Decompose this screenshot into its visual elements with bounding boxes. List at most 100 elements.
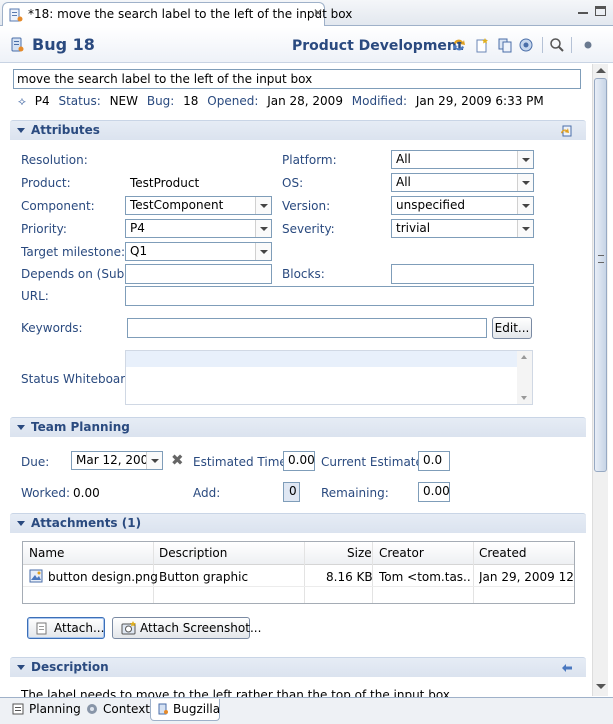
target-milestone-select[interactable]: Q1 bbox=[125, 242, 272, 261]
clone-icon[interactable] bbox=[497, 37, 513, 53]
whiteboard-scrollbar[interactable] bbox=[517, 351, 532, 404]
severity-select[interactable]: trivial bbox=[391, 219, 534, 238]
tab-planning-label: Planning bbox=[29, 702, 81, 716]
editor-header: Bug 18 Product Development bbox=[0, 27, 613, 63]
chevron-down-icon[interactable] bbox=[517, 151, 533, 168]
opened-label: Opened: bbox=[207, 94, 259, 108]
description-section-header[interactable]: Description bbox=[10, 657, 586, 677]
current-estimate-value: 0.0 bbox=[418, 451, 450, 471]
estimated-time-input[interactable]: 0.00 bbox=[283, 451, 315, 471]
planning-icon bbox=[12, 703, 24, 715]
editor-tab[interactable]: *18: move the search label to the left o… bbox=[2, 2, 352, 26]
url-input[interactable] bbox=[125, 286, 534, 306]
collapse-icon[interactable] bbox=[17, 425, 25, 430]
blocks-input[interactable] bbox=[391, 264, 534, 284]
tab-planning[interactable]: Planning bbox=[12, 699, 82, 721]
severity-selected: trivial bbox=[396, 221, 431, 235]
editor-bottom-tabs: Planning Context Bugzilla bbox=[0, 697, 613, 724]
maximize-icon[interactable] bbox=[595, 6, 606, 16]
bugzilla-icon bbox=[158, 703, 168, 715]
priority-selected: P4 bbox=[130, 221, 145, 235]
priority-select[interactable]: P4 bbox=[125, 219, 272, 238]
chevron-down-icon[interactable] bbox=[255, 243, 271, 260]
version-select[interactable]: unspecified bbox=[391, 196, 534, 215]
minimize-icon[interactable] bbox=[578, 8, 588, 14]
status-whiteboard-input[interactable] bbox=[125, 350, 533, 405]
clear-date-icon[interactable]: ✖ bbox=[171, 451, 184, 469]
column-header-size[interactable]: Size bbox=[347, 546, 372, 560]
attach-button[interactable]: Attach... bbox=[27, 617, 105, 639]
context-icon[interactable] bbox=[518, 37, 534, 53]
tab-bugzilla-label: Bugzilla bbox=[173, 702, 221, 716]
scrollbar-thumb[interactable] bbox=[594, 78, 607, 472]
product-value: TestProduct bbox=[130, 176, 200, 190]
tab-bugzilla[interactable]: Bugzilla bbox=[150, 699, 220, 721]
platform-select[interactable]: All bbox=[391, 150, 534, 169]
scroll-up-icon[interactable] bbox=[596, 68, 606, 73]
vertical-scrollbar[interactable] bbox=[592, 64, 608, 696]
menu-icon[interactable] bbox=[580, 37, 596, 53]
component-selected: TestComponent bbox=[130, 198, 224, 212]
depends-on-input[interactable] bbox=[125, 264, 272, 284]
attachments-section-header[interactable]: Attachments (1) bbox=[10, 513, 586, 533]
column-separator bbox=[304, 542, 305, 603]
depends-on-label: Depends on (Sub... bbox=[21, 267, 136, 281]
search-icon[interactable] bbox=[549, 37, 565, 53]
scroll-down-icon[interactable] bbox=[521, 396, 527, 400]
modified-label: Modified: bbox=[351, 94, 408, 108]
close-icon[interactable]: ✕ bbox=[313, 6, 323, 20]
update-attributes-icon[interactable] bbox=[560, 124, 574, 138]
synchronize-icon[interactable] bbox=[451, 37, 467, 53]
collapse-icon[interactable] bbox=[17, 128, 25, 133]
add-time-input[interactable]: 0 bbox=[283, 482, 300, 502]
column-header-created[interactable]: Created bbox=[479, 546, 527, 560]
column-header-description[interactable]: Description bbox=[159, 546, 227, 560]
attach-button-label: Attach... bbox=[54, 621, 105, 635]
status-label: Status: bbox=[58, 94, 101, 108]
summary-input[interactable]: move the search label to the left of the… bbox=[13, 69, 581, 89]
team-planning-section-header[interactable]: Team Planning bbox=[10, 417, 586, 437]
attributes-section-header[interactable]: Attributes bbox=[10, 120, 586, 140]
whiteboard-highlight bbox=[126, 351, 518, 367]
column-header-creator[interactable]: Creator bbox=[379, 546, 424, 560]
version-selected: unspecified bbox=[396, 198, 465, 212]
worked-value: 0.00 bbox=[73, 486, 100, 500]
chevron-down-icon[interactable] bbox=[146, 452, 162, 469]
chevron-down-icon[interactable] bbox=[517, 220, 533, 237]
chevron-down-icon[interactable] bbox=[517, 197, 533, 214]
column-header-name[interactable]: Name bbox=[29, 546, 64, 560]
collapse-icon[interactable] bbox=[17, 521, 25, 526]
chevron-down-icon[interactable] bbox=[517, 174, 533, 191]
scroll-down-icon[interactable] bbox=[596, 684, 606, 689]
column-separator bbox=[473, 542, 474, 603]
new-subtask-icon[interactable] bbox=[474, 37, 490, 53]
worked-label: Worked: bbox=[21, 486, 71, 500]
scroll-up-icon[interactable] bbox=[521, 355, 527, 359]
collapse-icon[interactable] bbox=[17, 665, 25, 670]
status-whiteboard-label: Status Whiteboard: bbox=[21, 372, 137, 386]
keywords-input[interactable] bbox=[127, 318, 487, 338]
url-label: URL: bbox=[21, 289, 49, 303]
os-select[interactable]: All bbox=[391, 173, 534, 192]
target-milestone-label: Target milestone: bbox=[21, 245, 126, 259]
modified-value: Jan 29, 2009 6:33 PM bbox=[415, 94, 544, 108]
attach-screenshot-button[interactable]: Attach Screenshot... bbox=[112, 617, 261, 639]
chevron-down-icon[interactable] bbox=[255, 197, 271, 214]
component-select[interactable]: TestComponent bbox=[125, 196, 272, 215]
status-priority: P4 bbox=[34, 94, 50, 108]
edit-keywords-button[interactable]: Edit... bbox=[492, 317, 532, 339]
bug-label: Bug: bbox=[146, 94, 175, 108]
chevron-down-icon[interactable] bbox=[255, 220, 271, 237]
toolbar-separator bbox=[571, 37, 572, 53]
status-value: NEW bbox=[109, 94, 139, 108]
attachment-creator: Tom <tom.tas... bbox=[379, 570, 471, 584]
attachments-title: Attachments (1) bbox=[31, 516, 142, 530]
remaining-input[interactable]: 0.00 bbox=[418, 482, 450, 502]
component-label: Component: bbox=[21, 199, 95, 213]
reply-icon[interactable] bbox=[560, 661, 574, 675]
due-date-picker[interactable]: Mar 12, 2009 bbox=[71, 451, 163, 470]
tab-context[interactable]: Context bbox=[86, 699, 150, 721]
toolbar-separator bbox=[542, 37, 543, 53]
add-label: Add: bbox=[193, 486, 221, 500]
grip-icon bbox=[598, 255, 604, 263]
